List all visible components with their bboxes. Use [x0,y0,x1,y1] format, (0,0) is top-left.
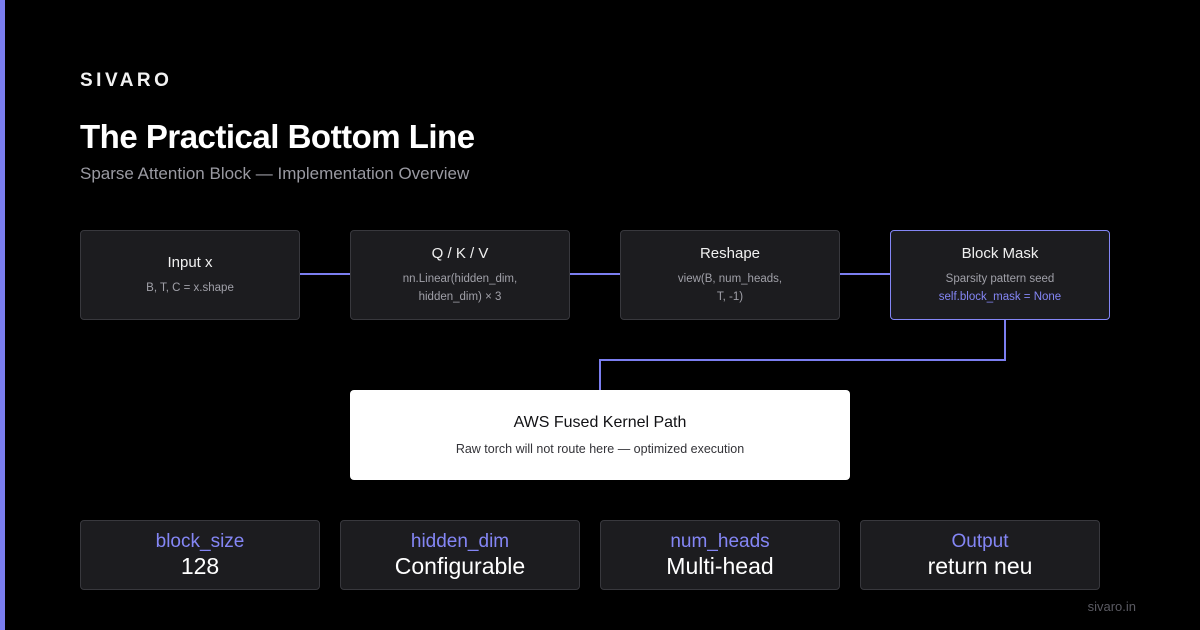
node-input: Input x B, T, C = x.shape [80,230,300,320]
stat-value: Multi-head [666,553,774,579]
stat-value: 128 [180,553,220,579]
node-qkv: Q / K / V nn.Linear(hidden_dim, hidden_d… [350,230,570,320]
node-block-mask: Block Mask Sparsity pattern seed self.bl… [890,230,1110,320]
node-title: Q / K / V [431,244,489,262]
node-detail: B, T, C = x.shape [146,281,234,294]
kernel-subtitle: Raw torch will not route here — optimize… [455,442,745,456]
node-code-note: self.block_mask = None [938,290,1062,303]
kernel-path-box: AWS Fused Kernel Path Raw torch will not… [350,390,850,480]
stat-num-heads: num_heads Multi-head [600,520,840,590]
node-title: Input x [167,253,213,271]
node-title: Reshape [699,244,761,262]
stat-block-size: block_size 128 [80,520,320,590]
stat-label: Output [951,531,1009,552]
stat-value: Configurable [394,553,526,579]
node-detail: nn.Linear(hidden_dim, hidden_dim) × 3 [402,272,518,303]
stat-label: block_size [155,531,245,552]
footer-url: sivaro.in [1087,599,1136,614]
stat-label: num_heads [670,531,770,552]
node-detail: view(B, num_heads, T, -1) [677,272,783,303]
node-reshape: Reshape view(B, num_heads, T, -1) [620,230,840,320]
kernel-title: AWS Fused Kernel Path [513,414,687,431]
connector-mask-kernel [599,320,1006,392]
stat-hidden-dim: hidden_dim Configurable [340,520,580,590]
stat-label: hidden_dim [410,531,510,552]
node-title: Block Mask [961,244,1039,262]
node-detail: Sparsity pattern seed [945,272,1055,285]
stat-value: return neu [927,553,1033,579]
stat-output: Output return neu [860,520,1100,590]
